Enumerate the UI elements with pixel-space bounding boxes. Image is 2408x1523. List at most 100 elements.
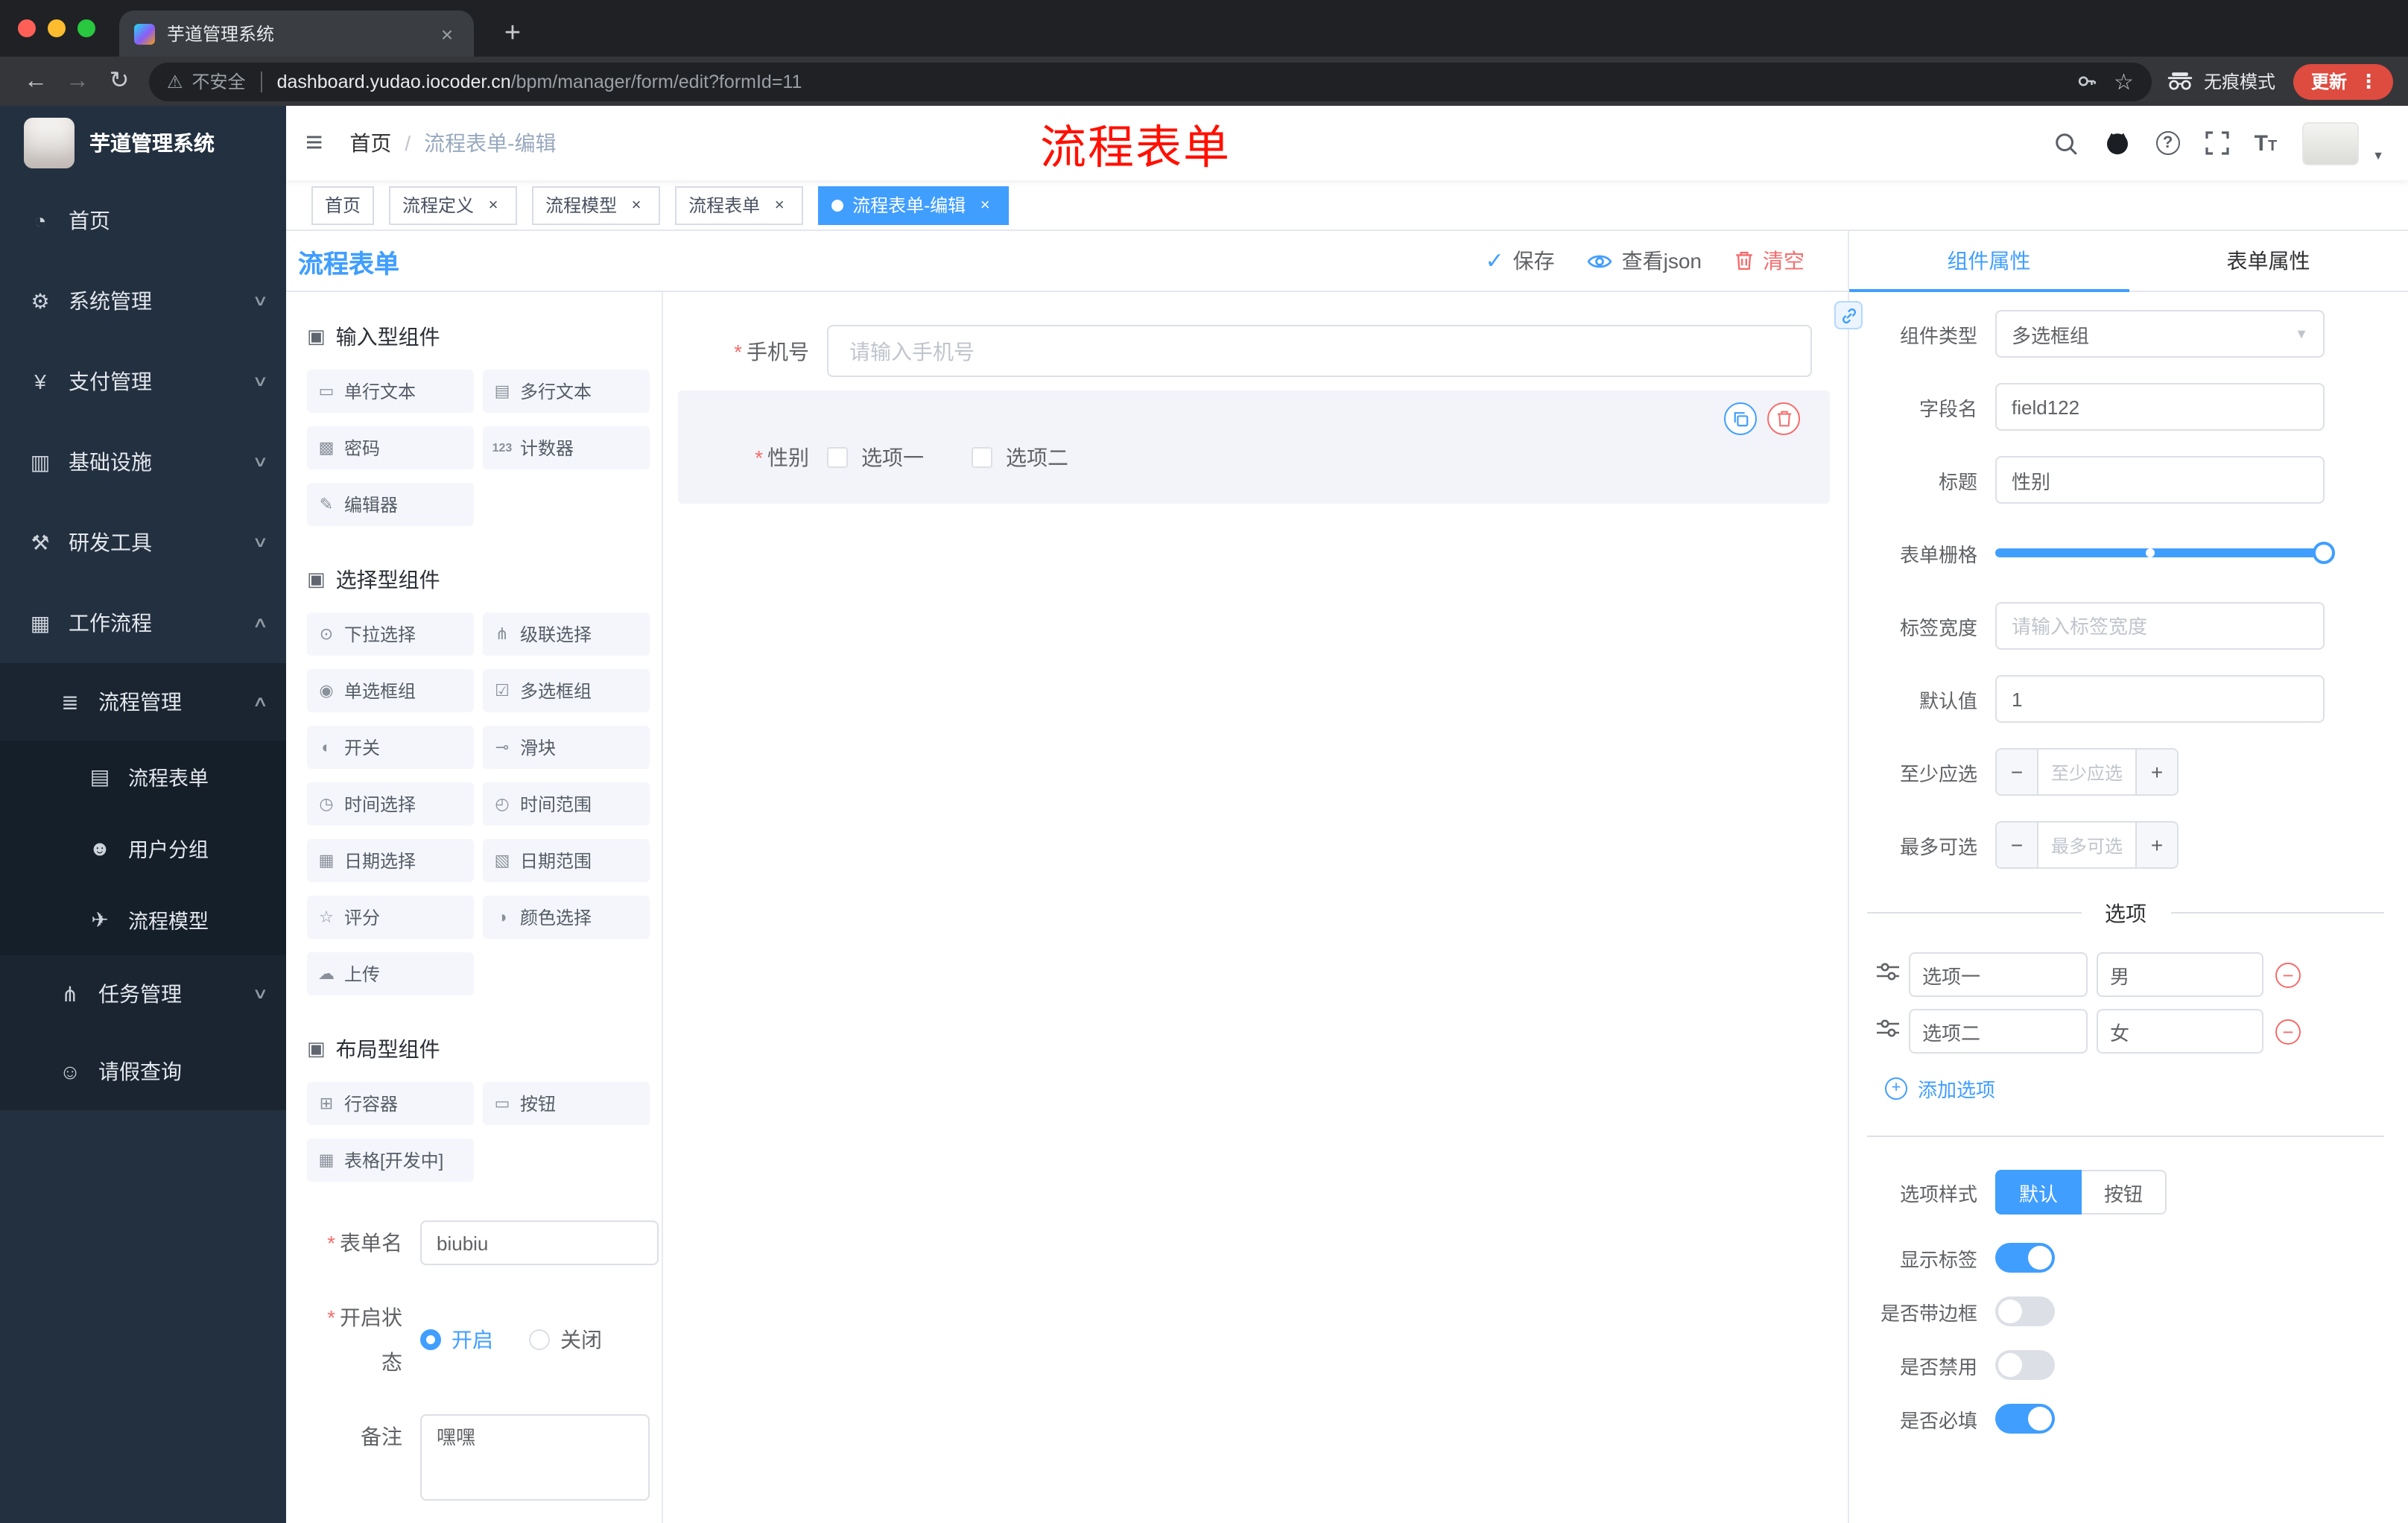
sidebar-item-devtools[interactable]: ⚒ 研发工具 ∨: [0, 502, 286, 583]
min-select-value[interactable]: 至少应选: [2038, 750, 2135, 794]
show-label-toggle[interactable]: [1995, 1243, 2055, 1273]
palette-item-time-picker[interactable]: ◷ 时间选择: [307, 782, 474, 826]
save-button[interactable]: ✓ 保存: [1485, 246, 1554, 276]
palette-item-color-picker[interactable]: ◑ 颜色选择: [483, 896, 650, 939]
tag-close-icon[interactable]: ×: [769, 196, 790, 214]
back-icon[interactable]: ←: [15, 69, 57, 93]
key-icon[interactable]: [2076, 72, 2096, 91]
palette-item-button[interactable]: ▭ 按钮: [483, 1082, 650, 1125]
tab-close-icon[interactable]: ×: [435, 22, 459, 45]
gender-option-2-checkbox[interactable]: 选项二: [972, 443, 1068, 472]
browser-tab[interactable]: 芋道管理系统 ×: [119, 10, 474, 57]
max-select-value[interactable]: 最多可选: [2038, 823, 2135, 867]
title-input[interactable]: [1995, 456, 2325, 504]
tag-close-icon[interactable]: ×: [483, 196, 504, 214]
option-value-input[interactable]: [2097, 1009, 2263, 1054]
tag-process-definition[interactable]: 流程定义 ×: [389, 186, 518, 224]
browser-update-button[interactable]: 更新 ⋮: [2293, 63, 2393, 99]
component-type-select[interactable]: 多选框组 ▼: [1995, 310, 2325, 358]
phone-input[interactable]: [827, 325, 1812, 377]
increase-button[interactable]: +: [2135, 750, 2177, 794]
sidebar-item-workflow[interactable]: ▦ 工作流程 ∧: [0, 583, 286, 663]
palette-item-counter[interactable]: 123 计数器: [483, 426, 650, 469]
add-option-button[interactable]: + 添加选项: [1864, 1074, 2390, 1103]
fullscreen-icon[interactable]: [2205, 131, 2229, 155]
sidebar-item-task-management[interactable]: ⋔ 任务管理 ∨: [0, 955, 286, 1033]
form-name-input[interactable]: [420, 1220, 659, 1265]
decrease-button[interactable]: −: [1997, 750, 2038, 794]
copy-component-button[interactable]: [1724, 402, 1757, 435]
palette-item-date-range[interactable]: ▧ 日期范围: [483, 839, 650, 882]
option-name-input[interactable]: [1909, 952, 2088, 997]
close-window-button[interactable]: [18, 19, 36, 37]
palette-item-radio-group[interactable]: ◉ 单选框组: [307, 669, 474, 712]
sidebar-item-leave-query[interactable]: ☺ 请假查询: [0, 1033, 286, 1110]
sidebar-item-process-form[interactable]: ▤ 流程表单: [0, 741, 286, 812]
required-toggle[interactable]: [1995, 1404, 2055, 1434]
border-toggle[interactable]: [1995, 1296, 2055, 1326]
palette-item-cascader[interactable]: ⋔ 级联选择: [483, 612, 650, 656]
remove-option-icon[interactable]: −: [2275, 962, 2301, 987]
form-remark-textarea[interactable]: 嘿嘿: [420, 1414, 650, 1501]
default-value-input[interactable]: [1995, 675, 2325, 723]
reload-icon[interactable]: ↻: [98, 69, 140, 93]
tag-process-model[interactable]: 流程模型 ×: [532, 186, 661, 224]
remove-option-icon[interactable]: −: [2275, 1019, 2301, 1044]
status-off-radio[interactable]: 关闭: [529, 1325, 602, 1355]
user-avatar[interactable]: [2302, 121, 2360, 165]
tab-component-props[interactable]: 组件属性: [1849, 231, 2129, 292]
palette-item-rate[interactable]: ☆ 评分: [307, 896, 474, 939]
status-on-radio[interactable]: 开启: [420, 1325, 493, 1355]
browser-menu-icon[interactable]: ⋮: [2359, 69, 2378, 93]
tag-close-icon[interactable]: ×: [975, 196, 995, 214]
avatar-caret-icon[interactable]: ▼: [2372, 148, 2384, 165]
slider-track[interactable]: [1995, 542, 2335, 564]
label-width-input[interactable]: [1995, 602, 2325, 650]
sidebar-item-home[interactable]: ◔ 首页: [0, 180, 286, 261]
sidebar-collapse-icon[interactable]: ≡: [305, 128, 323, 158]
tag-process-form[interactable]: 流程表单 ×: [675, 186, 804, 224]
palette-item-password[interactable]: ▩ 密码: [307, 426, 474, 469]
sidebar-item-infrastructure[interactable]: ▥ 基础设施 ∨: [0, 422, 286, 502]
bookmark-star-icon[interactable]: ☆: [2114, 68, 2134, 95]
slider-handle[interactable]: [2313, 542, 2335, 564]
palette-item-single-text[interactable]: ▭ 单行文本: [307, 370, 474, 413]
maximize-window-button[interactable]: [77, 19, 95, 37]
palette-item-slider[interactable]: ⊸ 滑块: [483, 726, 650, 769]
minimize-window-button[interactable]: [48, 19, 66, 37]
phone-field[interactable]: 手机号: [678, 325, 1830, 377]
sidebar-item-user-group[interactable]: ☻ 用户分组: [0, 812, 286, 884]
tag-home[interactable]: 首页: [311, 186, 375, 224]
decrease-button[interactable]: −: [1997, 823, 2038, 867]
search-icon[interactable]: [2053, 130, 2079, 156]
sidebar-item-payment[interactable]: ¥ 支付管理 ∨: [0, 341, 286, 422]
new-tab-button[interactable]: +: [495, 18, 530, 51]
option-name-input[interactable]: [1909, 1009, 2088, 1054]
address-bar[interactable]: ⚠ 不安全 dashboard.yudao.iocoder.cn/bpm/man…: [149, 62, 2152, 101]
sidebar-item-process-management[interactable]: ≣ 流程管理 ∧: [0, 663, 286, 741]
sidebar-item-process-model[interactable]: ✈ 流程模型: [0, 884, 286, 955]
disabled-toggle[interactable]: [1995, 1350, 2055, 1380]
view-json-button[interactable]: 查看json: [1588, 246, 1702, 276]
palette-item-row-container[interactable]: ⊞ 行容器: [307, 1082, 474, 1125]
palette-item-editor[interactable]: ✎ 编辑器: [307, 483, 474, 526]
palette-item-switch[interactable]: ◐ 开关: [307, 726, 474, 769]
tab-form-props[interactable]: 表单属性: [2129, 231, 2408, 291]
app-logo[interactable]: 芋道管理系统: [0, 106, 286, 180]
field-name-input[interactable]: [1995, 383, 2325, 431]
palette-item-checkbox-group[interactable]: ☑ 多选框组: [483, 669, 650, 712]
drag-handle-icon[interactable]: [1876, 1016, 1900, 1047]
tag-process-form-edit[interactable]: 流程表单-编辑 ×: [818, 186, 1010, 224]
link-icon[interactable]: [1834, 301, 1863, 329]
selected-component-gender[interactable]: 性别 选项一 选项二: [678, 390, 1830, 504]
font-size-icon[interactable]: TT: [2255, 132, 2278, 154]
palette-item-table[interactable]: ▦ 表格[开发中]: [307, 1139, 474, 1182]
option-value-input[interactable]: [2097, 952, 2263, 997]
style-default-button[interactable]: 默认: [1995, 1170, 2082, 1215]
style-button-button[interactable]: 按钮: [2082, 1170, 2167, 1215]
tag-close-icon[interactable]: ×: [626, 196, 647, 214]
clear-button[interactable]: 清空: [1734, 246, 1805, 276]
sidebar-item-system[interactable]: ⚙ 系统管理 ∨: [0, 261, 286, 341]
breadcrumb-home[interactable]: 首页: [349, 128, 391, 158]
form-grid-slider[interactable]: [1995, 529, 2335, 577]
